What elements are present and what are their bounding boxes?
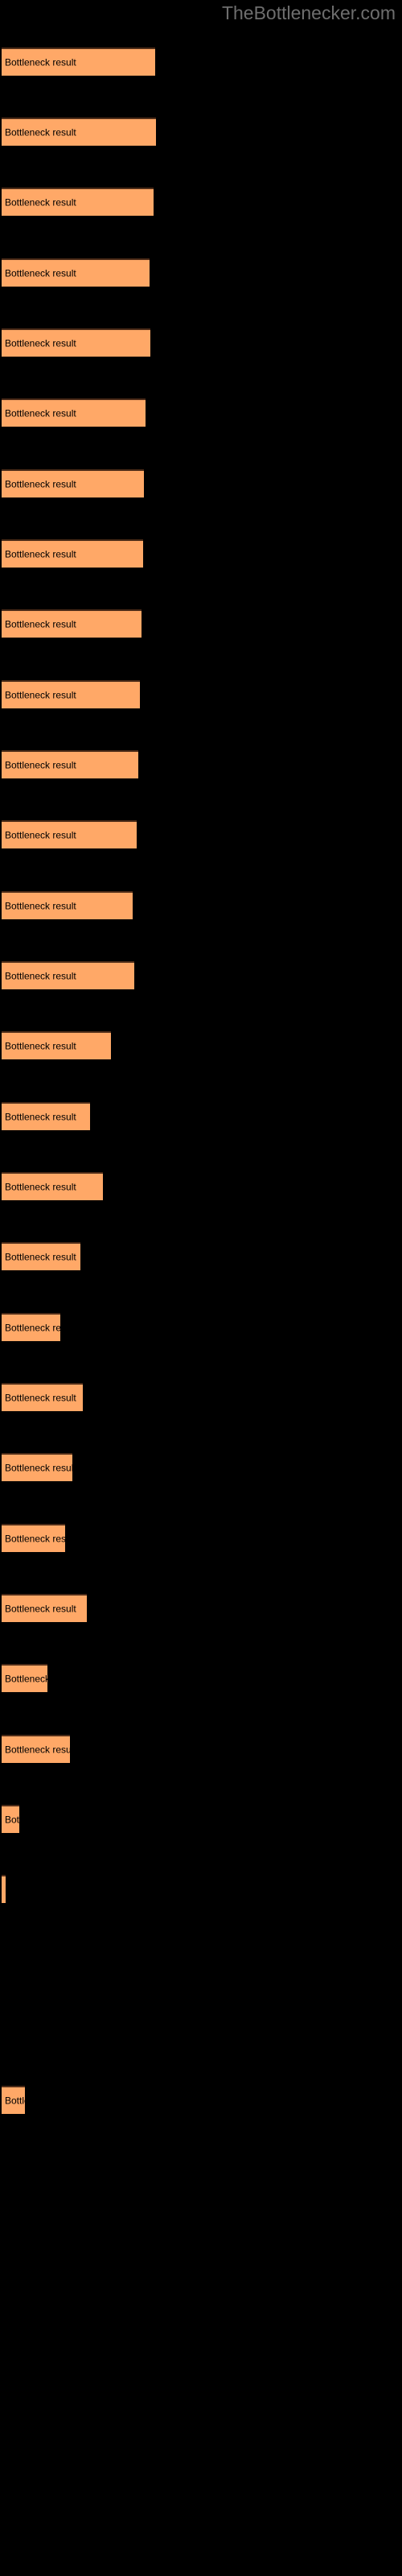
bar[interactable]: Bottleneck result [2, 118, 156, 146]
bar[interactable]: Bottleneck result [2, 1805, 19, 1833]
bar-label-clip: Bottleneck result [2, 1736, 70, 1763]
bar-label: Bottleneck result [5, 2095, 25, 2106]
bar-label-clip: Bottleneck result [2, 49, 155, 76]
bar-label: Bottleneck result [5, 337, 76, 349]
bar-label: Bottleneck result [5, 829, 76, 840]
bar-label: Bottleneck result [5, 407, 76, 419]
bar-label: Bottleneck result [5, 267, 76, 279]
bar-label-clip: Bottleneck result [2, 189, 154, 216]
bar-label: Bottleneck result [5, 1885, 6, 1895]
bar-label-clip: Bottleneck result [2, 1104, 90, 1130]
bar-label-clip: Bottleneck result [2, 260, 150, 287]
bar-label-clip: Bottleneck result [2, 893, 133, 919]
bar-label: Bottleneck result [5, 1462, 72, 1473]
bar[interactable]: Bottleneck result [2, 1594, 87, 1622]
bar-label-clip: Bottleneck result [2, 1315, 60, 1341]
bar-label-clip: Bottleneck result [2, 1596, 87, 1622]
bar-label: Bottleneck result [5, 1744, 70, 1755]
bar-label: Bottleneck result [5, 126, 76, 138]
bottleneck-chart: TheBottlenecker.com Bottleneck result Bot… [0, 0, 402, 2576]
bar-label-clip: Bottleneck result [2, 1033, 111, 1059]
bar[interactable]: Bottleneck result [2, 1242, 80, 1270]
bar-label: Bottleneck result [5, 689, 76, 700]
bar-label-clip: Bottleneck result [2, 471, 144, 497]
bar[interactable]: Bottleneck result [2, 961, 134, 989]
bar-label-clip: Bottleneck result [2, 1174, 103, 1200]
bar[interactable]: Bottleneck result [2, 1031, 111, 1059]
bar[interactable]: Bottleneck result [2, 1735, 70, 1763]
bar-label: Bottleneck result [5, 478, 76, 489]
bar[interactable]: Bottleneck result [2, 609, 142, 638]
bar-label-clip: Bottleneck result [2, 1244, 80, 1270]
bar[interactable]: Bottleneck result [2, 1383, 83, 1411]
bar-label-clip: Bottleneck result [2, 330, 150, 357]
bar[interactable]: Bottleneck result [2, 539, 143, 568]
bar-label: Bottleneck result [5, 196, 76, 208]
bar-label-clip: Bottleneck result [2, 541, 143, 568]
bar-label-clip: Bottleneck result [2, 1806, 19, 1833]
bar-label-clip: Bottleneck result [2, 2087, 25, 2114]
bar-label-clip: Bottleneck result [2, 1876, 6, 1903]
bar-label-clip: Bottleneck result [2, 119, 156, 146]
bar-label: Bottleneck result [5, 618, 76, 630]
bar[interactable]: Bottleneck result [2, 1172, 103, 1200]
bar[interactable]: Bottleneck result [2, 680, 140, 708]
bar-label: Bottleneck result [5, 548, 76, 559]
bar-label: Bottleneck result [5, 1322, 60, 1333]
bar[interactable]: Bottleneck result [2, 1524, 65, 1552]
bar-label: Bottleneck result [5, 970, 76, 981]
bar-label: Bottleneck result [5, 1673, 47, 1684]
bar-label-clip: Bottleneck result [2, 1455, 72, 1481]
bar-label: Bottleneck result [5, 1533, 65, 1544]
bar-label-clip: Bottleneck result [2, 822, 137, 848]
bar-label-clip: Bottleneck result [2, 400, 146, 427]
bar-label-clip: Bottleneck result [2, 1385, 83, 1411]
bar-label-clip: Bottleneck result [2, 1525, 65, 1552]
bar-label: Bottleneck result [5, 1603, 76, 1614]
bar-list: Bottleneck result Bottleneck result Bottle… [0, 0, 402, 2576]
bar-label: Bottleneck result [5, 1392, 76, 1403]
bar[interactable]: Bottleneck result [2, 469, 144, 497]
bar[interactable]: Bottleneck result [2, 1664, 47, 1692]
bar[interactable]: Bottleneck result [2, 258, 150, 287]
bar-label: Bottleneck result [5, 1181, 76, 1192]
bar[interactable]: Bottleneck result [2, 1102, 90, 1130]
bar[interactable]: Bottleneck result [2, 820, 137, 848]
bar-label-clip: Bottleneck result [2, 1666, 47, 1692]
bar-label: Bottleneck result [5, 900, 76, 911]
bar-label-clip: Bottleneck result [2, 963, 134, 989]
bar-label: Bottleneck result [5, 1040, 76, 1051]
bar-label-clip: Bottleneck result [2, 752, 138, 778]
bar[interactable]: Bottleneck result [2, 2086, 25, 2114]
bar-label-clip: Bottleneck result [2, 682, 140, 708]
bar-label: Bottleneck result [5, 759, 76, 770]
bar[interactable]: Bottleneck result [2, 750, 138, 778]
bar-label: Bottleneck result [5, 56, 76, 68]
bar[interactable]: Bottleneck result [2, 891, 133, 919]
bar[interactable]: Bottleneck result [2, 1453, 72, 1481]
bar[interactable]: Bottleneck result [2, 1875, 6, 1903]
bar[interactable]: Bottleneck result [2, 188, 154, 216]
bar-label: Bottleneck result [5, 1251, 76, 1262]
bar[interactable]: Bottleneck result [2, 1313, 60, 1341]
bar[interactable]: Bottleneck result [2, 398, 146, 427]
bar-label: Bottleneck result [5, 1111, 76, 1122]
bar[interactable]: Bottleneck result [2, 328, 150, 357]
bar-label: Bottleneck result [5, 1814, 19, 1825]
bar[interactable]: Bottleneck result [2, 47, 155, 76]
bar-label-clip: Bottleneck result [2, 611, 142, 638]
